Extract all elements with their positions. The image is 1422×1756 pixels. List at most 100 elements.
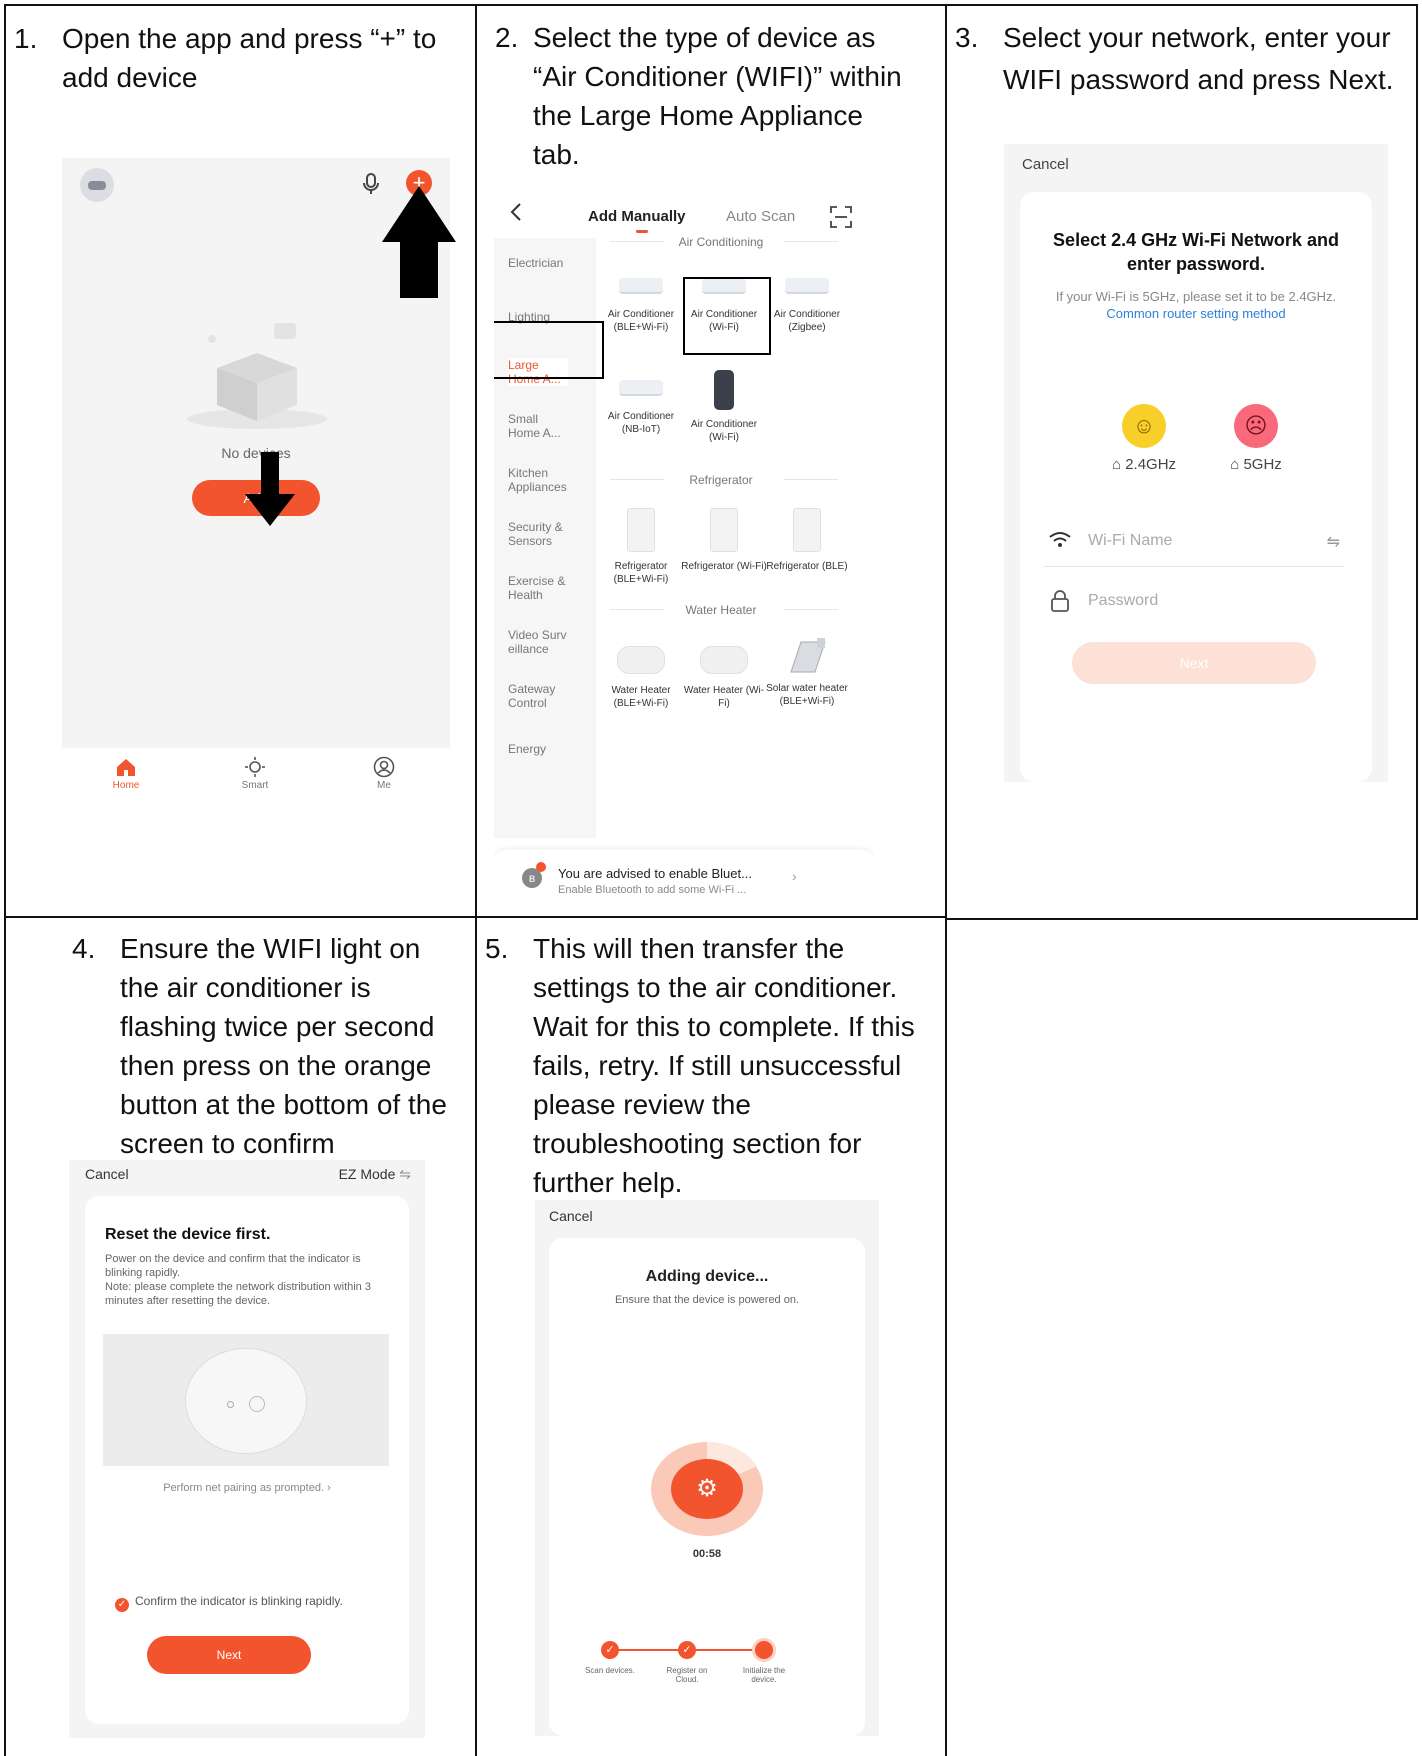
bluetooth-banner[interactable]: ʙ You are advised to enable Bluet... Ena… xyxy=(494,850,874,908)
robot-avatar-icon[interactable] xyxy=(80,168,114,202)
device-image xyxy=(185,1348,307,1454)
device-item[interactable]: Refrigerator (BLE) xyxy=(764,508,850,573)
category-electrician[interactable]: Electrician xyxy=(508,256,588,270)
step-number: 1. xyxy=(14,23,38,54)
banner-title: You are advised to enable Bluet... xyxy=(558,866,752,881)
reset-body: Power on the device and confirm that the… xyxy=(105,1253,371,1307)
category-energy[interactable]: Energy xyxy=(508,742,568,756)
ez-mode-toggle[interactable]: EZ Mode ⇋ xyxy=(339,1166,411,1183)
selected-device-highlight-box xyxy=(683,277,771,355)
device-item-label: Air Conditioner (Wi-Fi) xyxy=(690,419,758,443)
category-kitchen-appliances[interactable]: Kitchen Appliances xyxy=(508,466,574,494)
category-gateway-control[interactable]: Gateway Control xyxy=(508,682,568,710)
switch-mode-icon: ⇋ xyxy=(399,1166,411,1182)
back-chevron-icon[interactable] xyxy=(508,202,524,222)
device-item-label: Solar water heater (BLE+Wi-Fi) xyxy=(766,683,848,707)
device-item-label: Refrigerator (BLE) xyxy=(766,561,848,572)
step-number: 3. xyxy=(955,22,979,53)
water-heater-icon xyxy=(700,646,748,674)
step-done-icon: ✓ xyxy=(678,1641,696,1659)
step-label-register: Register on Cloud. xyxy=(666,1666,708,1684)
device-item[interactable]: Air Conditioner (NB-IoT) xyxy=(598,380,684,436)
power-icon xyxy=(249,1396,265,1412)
router-icon: ⌂ xyxy=(1111,456,1126,473)
section-divider xyxy=(784,479,838,480)
add-device-screen: Add Manually Auto Scan Electrician Light… xyxy=(494,190,874,908)
tab-me[interactable]: Me xyxy=(354,756,414,791)
band-good-text: 2.4GHz xyxy=(1125,456,1177,473)
section-divider xyxy=(610,241,664,242)
router-setting-link[interactable]: Common router setting method xyxy=(1106,306,1285,321)
category-security-sensors[interactable]: Security & Sensors xyxy=(508,520,568,548)
arrow-down-annotation-icon xyxy=(245,452,295,526)
cancel-link[interactable]: Cancel xyxy=(85,1166,129,1182)
arrow-up-annotation-icon xyxy=(382,186,456,298)
wifi-setup-screen: Cancel Select 2.4 GHz Wi-Fi Network and … xyxy=(1004,144,1388,782)
device-item[interactable]: Refrigerator (BLE+Wi-Fi) xyxy=(598,508,684,586)
chevron-right-icon: › xyxy=(327,1482,331,1494)
device-item[interactable]: Solar water heater (BLE+Wi-Fi) xyxy=(764,638,850,708)
step-done-icon: ✓ xyxy=(601,1641,619,1659)
section-divider xyxy=(610,479,664,480)
tab-me-label: Me xyxy=(377,780,391,791)
confirm-label: Confirm the indicator is blinking rapidl… xyxy=(135,1594,343,1608)
device-item[interactable]: Water Heater (BLE+Wi-Fi) xyxy=(598,646,684,710)
switch-network-icon[interactable]: ⇋ xyxy=(1327,532,1340,552)
cancel-link[interactable]: Cancel xyxy=(549,1208,593,1224)
lock-icon xyxy=(1050,590,1070,612)
scan-frame-icon[interactable] xyxy=(830,206,852,228)
device-item[interactable]: Air Conditioner (Zigbee) xyxy=(764,278,850,334)
next-button[interactable]: Next xyxy=(147,1636,311,1674)
section-divider xyxy=(784,609,838,610)
alert-badge-icon xyxy=(536,862,546,872)
tab-smart[interactable]: Smart xyxy=(225,756,285,791)
net-pairing-prompt[interactable]: Perform net pairing as prompted. › xyxy=(85,1482,409,1494)
profile-icon xyxy=(354,756,414,780)
router-icon: ⌂ xyxy=(1230,456,1244,473)
solar-panel-icon xyxy=(787,638,827,674)
step-number: 4. xyxy=(72,933,96,964)
next-label: Next xyxy=(216,1648,242,1662)
step-number: 5. xyxy=(485,933,509,964)
adding-subtitle: Ensure that the device is powered on. xyxy=(614,1294,800,1306)
wifi-icon xyxy=(1048,530,1072,550)
gear-icon: ⚙ xyxy=(696,1475,718,1502)
device-item[interactable]: Air Conditioner (BLE+Wi-Fi) xyxy=(598,278,684,334)
device-item-label: Water Heater (BLE+Wi-Fi) xyxy=(611,685,671,709)
reset-title: Reset the device first. xyxy=(105,1226,271,1243)
device-illustration xyxy=(103,1334,389,1466)
indicator-light-icon xyxy=(227,1401,234,1408)
next-button-disabled[interactable]: Next xyxy=(1072,642,1316,684)
password-field[interactable]: Password xyxy=(1044,580,1344,626)
countdown-timer: 00:58 xyxy=(692,1548,722,1560)
empty-box-illustration xyxy=(182,323,332,433)
category-small-home-appliance[interactable]: Small Home A... xyxy=(508,412,568,440)
tab-home[interactable]: Home xyxy=(96,756,156,791)
adding-title: Adding device... xyxy=(645,1268,769,1285)
category-exercise-health[interactable]: Exercise & Health xyxy=(508,574,568,602)
device-item[interactable]: Refrigerator (Wi-Fi) xyxy=(681,508,767,573)
tab-auto-scan[interactable]: Auto Scan xyxy=(726,208,795,225)
reset-card: Reset the device first. Power on the dev… xyxy=(85,1196,409,1724)
step-label-initialize: Initialize the device. xyxy=(742,1666,786,1684)
cancel-link[interactable]: Cancel xyxy=(1022,156,1069,173)
air-conditioner-icon xyxy=(619,278,663,294)
wifi-card: Select 2.4 GHz Wi-Fi Network and enter p… xyxy=(1020,192,1372,782)
water-heater-icon xyxy=(617,646,665,674)
band-bad-text: 5GHz xyxy=(1243,456,1282,473)
device-item[interactable]: Air Conditioner (Wi-Fi) xyxy=(681,370,767,444)
step-text: Open the app and press “+” to add device xyxy=(62,23,437,93)
air-conditioner-icon xyxy=(785,278,829,294)
step-text: Ensure the WIFI light on the air conditi… xyxy=(120,933,447,1159)
device-item[interactable]: Water Heater (Wi-Fi) xyxy=(681,646,767,710)
wifi-name-field[interactable]: Wi-Fi Name ⇋ xyxy=(1044,520,1344,567)
category-video-surveillance[interactable]: Video Surv eillance xyxy=(508,628,568,656)
note-text: If your Wi-Fi is 5GHz, please set it to … xyxy=(1055,289,1337,304)
microphone-icon[interactable] xyxy=(360,172,382,196)
device-item-label: Air Conditioner (Zigbee) xyxy=(773,309,841,333)
device-item-label: Air Conditioner (NB-IoT) xyxy=(607,411,675,435)
chevron-right-icon: › xyxy=(792,868,797,884)
tab-smart-label: Smart xyxy=(241,780,269,791)
tab-add-manually[interactable]: Add Manually xyxy=(588,208,686,225)
home-icon xyxy=(96,756,156,780)
